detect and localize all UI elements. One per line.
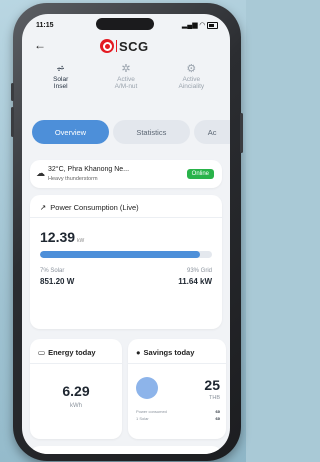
signal-icon: ▂▄▆ xyxy=(181,22,198,29)
energy-unit: kWh xyxy=(70,403,82,409)
mode-solar[interactable]: ⩫ Solar Insel xyxy=(31,62,91,114)
next-card-peek xyxy=(30,446,222,454)
savings-title: Savings today xyxy=(143,348,195,357)
mode-sublabel: A/M-nut xyxy=(114,83,138,90)
brand-name: SCG xyxy=(119,38,149,54)
fan-icon: ✲ xyxy=(121,63,131,75)
mode-label: Solar xyxy=(53,76,69,83)
power-unit: kW xyxy=(77,238,85,244)
power-value: 12.39 xyxy=(40,229,76,245)
solar-share-label: 7% Solar xyxy=(40,268,65,274)
savings-row-label: Power consumed xyxy=(136,409,167,414)
savings-row: Power consumed 60 xyxy=(136,409,220,414)
trend-icon: ↗ xyxy=(40,203,47,212)
divider xyxy=(30,217,222,218)
battery-icon: ▭ xyxy=(38,348,46,357)
tab-statistics[interactable]: Statistics xyxy=(112,120,190,144)
divider xyxy=(30,363,122,364)
brand-logo: SCG xyxy=(100,38,149,54)
savings-unit: THB xyxy=(209,395,220,401)
clock: 11:15 xyxy=(36,21,54,29)
tab-bar: Overview Statistics Ac xyxy=(32,120,230,144)
cloud-storm-icon: ☁ xyxy=(36,168,45,178)
energy-title: Energy today xyxy=(48,348,96,357)
settings-flow-icon: ⚙ xyxy=(186,63,197,75)
savings-row-label: 1 Solar xyxy=(136,416,149,421)
brand-mark-icon xyxy=(100,39,114,53)
mode-label: Active xyxy=(117,76,135,83)
power-title: Power Consumption (Live) xyxy=(50,203,139,212)
solar-grid-bar-fill xyxy=(40,251,200,258)
weather-title: 32°C, Phra Khanong Ne... xyxy=(48,166,130,173)
savings-row: 1 Solar 60 xyxy=(136,416,220,421)
tab-more[interactable]: Ac xyxy=(193,120,230,144)
weather-subtitle: Heavy thunderstorm xyxy=(48,176,98,182)
energy-value: 6.29 xyxy=(62,383,90,399)
power-consumption-card[interactable]: ↗ Power Consumption (Live) 12.39 kW 7% So… xyxy=(30,195,222,329)
savings-value: 25 xyxy=(204,377,220,393)
wifi-icon: ◠ xyxy=(199,22,205,29)
mode-label: Active xyxy=(182,76,201,83)
coin-icon: ● xyxy=(136,348,141,357)
mode-active-1[interactable]: ✲ Active A/M-nut xyxy=(96,62,156,114)
card-title: ● Savings today xyxy=(136,348,194,357)
status-badge: Online xyxy=(186,169,214,179)
energy-today-card[interactable]: ▭ Energy today 6.29 kWh xyxy=(30,339,122,439)
volume-button xyxy=(11,83,14,101)
mode-active-2[interactable]: ⚙ Active Ainciality xyxy=(161,62,221,114)
logo-separator xyxy=(116,40,117,52)
solar-grid-bar xyxy=(40,251,212,258)
battery-icon xyxy=(207,21,218,29)
savings-row-value: 60 xyxy=(215,409,220,414)
mode-sublabel: Ainciality xyxy=(178,83,205,90)
card-title: ▭ Energy today xyxy=(38,348,96,357)
top-nav: ← SCG xyxy=(22,36,230,56)
tab-overview[interactable]: Overview xyxy=(32,120,109,144)
power-value-row: 12.39 kW xyxy=(40,229,84,245)
status-icons: ▂▄▆ ◠ xyxy=(182,21,218,29)
volume-button xyxy=(11,107,14,137)
savings-row-value: 60 xyxy=(215,416,220,421)
grid-share-label: 93% Grid xyxy=(186,268,212,274)
solar-power-value: 851.20 W xyxy=(40,277,75,286)
savings-chart-circle xyxy=(136,377,158,399)
solar-panel-icon: ⩫ xyxy=(56,63,66,75)
grid-power-value: 11.64 kW xyxy=(178,277,212,286)
savings-today-card[interactable]: ● Savings today 25 THB Power consumed 60… xyxy=(128,339,226,439)
app-screen: 11:15 ▂▄▆ ◠ ← SCG ⩫ Solar Insel ✲ Active… xyxy=(22,14,230,454)
back-arrow-icon[interactable]: ← xyxy=(34,38,46,52)
power-button xyxy=(240,113,243,153)
weather-card: ☁ 32°C, Phra Khanong Ne... Heavy thunder… xyxy=(30,160,222,188)
status-bar: 11:15 ▂▄▆ ◠ xyxy=(22,14,230,36)
mode-selector: ⩫ Solar Insel ✲ Active A/M-nut ⚙ Active … xyxy=(28,62,224,114)
mode-sublabel: Insel xyxy=(53,83,68,90)
divider xyxy=(128,363,226,364)
card-title: ↗ Power Consumption (Live) xyxy=(40,203,139,212)
